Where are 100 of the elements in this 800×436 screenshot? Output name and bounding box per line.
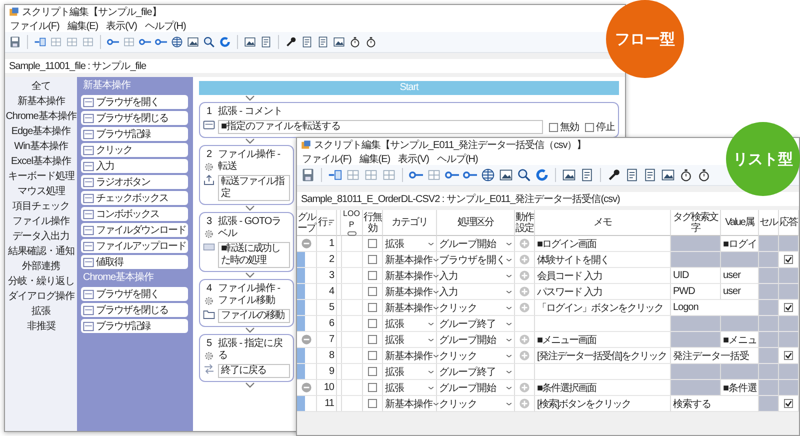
menu-item[interactable]: ヘルプ(H) [144, 18, 186, 32]
collapse-icon[interactable] [301, 334, 312, 345]
palette-item[interactable]: ブラウザを閉じる [81, 303, 188, 317]
step-field[interactable]: 転送ファイル指定 [218, 175, 290, 201]
category-item[interactable]: Edge基本操作 [11, 125, 71, 138]
category-item[interactable]: 拡張 [32, 305, 50, 318]
document-icon[interactable] [643, 168, 657, 182]
key-icon[interactable] [107, 36, 119, 48]
menu-item[interactable]: 表示(V) [106, 18, 137, 32]
collapse-icon[interactable] [301, 382, 312, 393]
row-checkbox[interactable] [368, 255, 377, 264]
palette-item[interactable]: ブラウザ記録 [81, 319, 188, 333]
stopwatch-icon[interactable] [349, 36, 361, 48]
menu-item[interactable]: 編集(E) [67, 18, 98, 32]
category-item[interactable]: Win基本操作 [14, 140, 68, 153]
row-checkbox[interactable] [368, 367, 377, 376]
step-card[interactable]: 5 拡張 - 指定に戻る 終了に戻る [199, 334, 294, 382]
image-icon[interactable] [562, 168, 576, 182]
palette-item[interactable]: チェックボックス [81, 191, 188, 205]
category-item[interactable]: Chrome基本操作 [6, 110, 76, 123]
palette-item[interactable]: ブラウザ記録 [81, 127, 188, 141]
category-item[interactable]: データ入出力 [12, 230, 70, 243]
response-checkbox[interactable] [784, 351, 793, 360]
stopwatch-icon[interactable] [679, 168, 693, 182]
stopwatch-icon[interactable] [365, 36, 377, 48]
palette-item[interactable]: ファイルダウンロード [81, 223, 188, 237]
step-field[interactable]: ■指定のファイルを転送する [218, 120, 543, 134]
globe-icon[interactable] [481, 168, 495, 182]
process-dropdown[interactable]: クリック [437, 396, 515, 412]
key-icon[interactable] [155, 36, 167, 48]
menu-item[interactable]: ファイル(F) [302, 152, 352, 166]
table-icon[interactable] [382, 168, 396, 182]
category-item[interactable]: 項目チェック [12, 200, 70, 213]
image-icon[interactable] [244, 36, 256, 48]
table-icon[interactable] [123, 36, 135, 48]
refresh-icon[interactable] [219, 36, 231, 48]
insert-row-icon[interactable] [328, 168, 342, 182]
menu-item[interactable]: 表示(V) [398, 152, 429, 166]
option-checkbox[interactable] [585, 122, 594, 132]
palette-item[interactable]: ブラウザを閉じる [81, 111, 188, 125]
category-item[interactable]: Excel基本操作 [11, 155, 71, 168]
table-icon[interactable] [50, 36, 62, 48]
image-icon[interactable] [499, 168, 513, 182]
step-field[interactable]: ■転送に成功した時の処理 [218, 242, 290, 268]
row-checkbox[interactable] [368, 287, 377, 296]
row-checkbox[interactable] [368, 239, 377, 248]
palette-item[interactable]: ラジオボタン [81, 175, 188, 189]
palette-item[interactable]: ブラウザを開く [81, 287, 188, 301]
category-dropdown[interactable]: 新基本操作 [383, 396, 437, 412]
table-icon[interactable] [364, 168, 378, 182]
row-checkbox[interactable] [368, 335, 377, 344]
search-icon[interactable] [517, 168, 531, 182]
row-checkbox[interactable] [368, 271, 377, 280]
category-item[interactable]: 分岐・繰り返し [8, 275, 74, 288]
category-item[interactable]: ダイアログ操作 [8, 290, 74, 303]
document-icon[interactable] [317, 36, 329, 48]
category-item[interactable]: 外部連携 [22, 260, 60, 273]
table-icon[interactable] [66, 36, 78, 48]
response-checkbox[interactable] [784, 255, 793, 264]
document-icon[interactable] [301, 36, 313, 48]
step-card[interactable]: 3 拡張 - GOTOラベル ■転送に成功した時の処理 [199, 212, 294, 272]
collapse-icon[interactable] [301, 238, 312, 249]
refresh-icon[interactable] [535, 168, 549, 182]
category-item[interactable]: 非推奨 [26, 320, 56, 333]
palette-item[interactable]: ファイルアップロード [81, 239, 188, 253]
globe-icon[interactable] [171, 36, 183, 48]
row-checkbox[interactable] [368, 303, 377, 312]
table-icon[interactable] [427, 168, 441, 182]
document-icon[interactable] [580, 168, 594, 182]
category-item[interactable]: マウス処理 [17, 185, 65, 198]
menu-item[interactable]: 編集(E) [359, 152, 390, 166]
step-card[interactable]: 2 ファイル操作 - 転送 転送ファイル指定 [199, 145, 294, 205]
image-icon[interactable] [333, 36, 345, 48]
option-checkbox[interactable] [549, 122, 558, 132]
palette-item[interactable]: クリック [81, 143, 188, 157]
menu-item[interactable]: ヘルプ(H) [436, 152, 478, 166]
step-card[interactable]: 4 ファイル操作 - ファイル移動 ファイルの移動 [199, 279, 294, 327]
category-item[interactable]: キーボード処理 [8, 170, 74, 183]
row-checkbox[interactable] [368, 399, 377, 408]
step-field[interactable]: 終了に戻る [218, 364, 290, 378]
wrench-icon[interactable] [285, 36, 297, 48]
palette-item[interactable]: 値取得 [81, 255, 188, 269]
row-checkbox[interactable] [368, 383, 377, 392]
palette-item[interactable]: コンボボックス [81, 207, 188, 221]
category-item[interactable]: 全て [32, 80, 50, 93]
palette-item[interactable]: 入力 [81, 159, 188, 173]
menu-item[interactable]: ファイル(F) [10, 18, 60, 32]
category-item[interactable]: ファイル操作 [12, 215, 70, 228]
document-icon[interactable] [625, 168, 639, 182]
image-icon[interactable] [187, 36, 199, 48]
row-checkbox[interactable] [368, 319, 377, 328]
search-icon[interactable] [203, 36, 215, 48]
table-icon[interactable] [346, 168, 360, 182]
insert-row-icon[interactable] [34, 36, 46, 48]
document-icon[interactable] [260, 36, 272, 48]
wrench-icon[interactable] [607, 168, 621, 182]
step-field[interactable]: ファイルの移動 [218, 309, 290, 323]
category-item[interactable]: 新基本操作 [17, 95, 65, 108]
category-item[interactable]: 結果確認・通知 [8, 245, 74, 258]
key-icon[interactable] [139, 36, 151, 48]
